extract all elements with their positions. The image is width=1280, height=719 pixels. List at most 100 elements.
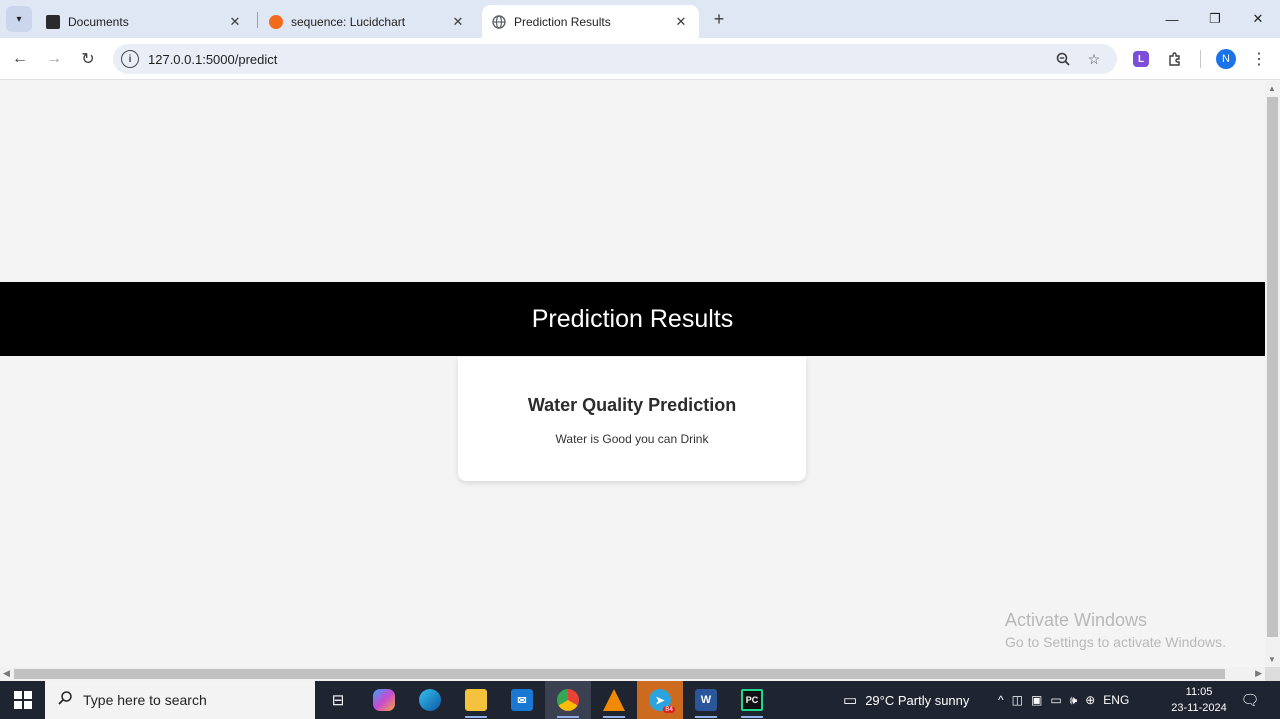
tab-title: Prediction Results (514, 14, 611, 29)
vertical-scrollbar[interactable]: ▲ ▼ (1265, 81, 1280, 667)
running-indicator (557, 716, 579, 718)
scroll-up-arrow-icon[interactable]: ▲ (1268, 84, 1276, 93)
site-info-icon[interactable]: i (121, 50, 139, 68)
lucid-docs-icon (46, 14, 60, 29)
show-hidden-icons-chevron-icon[interactable]: ^ (998, 693, 1004, 707)
arrow-left-icon: ← (12, 50, 28, 67)
header-banner: Prediction Results (0, 282, 1265, 356)
notification-icon: 🗨 (1240, 692, 1260, 709)
task-view-button[interactable]: ⊟ (315, 681, 361, 719)
horizontal-scrollbar[interactable]: ◀ ▶ (0, 667, 1265, 681)
search-placeholder: Type here to search (83, 692, 207, 708)
browser-toolbar: ← → ↻ i 127.0.0.1:5000/predict ☆ L N ⋮ (0, 38, 1280, 80)
extension-l-icon[interactable]: L (1133, 51, 1149, 67)
vlc-cone-icon (603, 689, 625, 711)
running-indicator (741, 716, 763, 718)
tab-documents[interactable]: Documents ✕ (36, 5, 253, 38)
clock-date: 23-11-2024 (1171, 702, 1227, 714)
tab-prediction-results[interactable]: Prediction Results ✕ (482, 5, 699, 38)
language-indicator[interactable]: ENG (1103, 693, 1129, 707)
chrome-icon (557, 689, 579, 711)
copilot-button[interactable] (361, 681, 407, 719)
file-explorer-button[interactable] (453, 681, 499, 719)
clock-time: 11:05 (1185, 686, 1213, 698)
tab-search-button[interactable]: ▾ (6, 6, 32, 32)
vlc-button[interactable] (591, 681, 637, 719)
address-bar[interactable]: i 127.0.0.1:5000/predict ☆ (113, 44, 1117, 74)
restore-icon: ❐ (1209, 11, 1221, 26)
arrow-right-icon: → (46, 50, 62, 67)
taskbar-clock[interactable]: 11:05 23-11-2024 (1164, 684, 1234, 716)
windows-logo-icon (13, 691, 32, 709)
reload-icon: ↻ (81, 51, 95, 68)
extensions-puzzle-icon[interactable] (1163, 47, 1187, 71)
start-button[interactable] (0, 681, 45, 719)
minimize-button[interactable]: — (1160, 8, 1184, 30)
notification-center-button[interactable]: 🗨 (1240, 690, 1260, 710)
close-icon: ✕ (1252, 11, 1264, 26)
back-button[interactable]: ← (8, 47, 32, 71)
close-window-button[interactable]: ✕ (1246, 8, 1270, 30)
battery-icon[interactable]: ▭ (1050, 693, 1061, 707)
weather-widget[interactable]: ▭ 29°C Partly sunny (843, 681, 969, 719)
reload-button[interactable]: ↻ (76, 47, 100, 71)
scroll-left-arrow-icon[interactable]: ◀ (3, 668, 10, 679)
close-tab-icon[interactable]: ✕ (673, 14, 689, 30)
scroll-down-arrow-icon[interactable]: ▼ (1268, 655, 1276, 664)
tab-strip: ▾ Documents ✕ sequence: Lucidchart ✕ Pre… (0, 0, 1280, 38)
close-tab-icon[interactable]: ✕ (227, 14, 243, 30)
system-tray: ^ ◫ ▣ ▭ 🕪 ⊕ ENG (998, 681, 1137, 719)
profile-avatar[interactable]: N (1216, 49, 1236, 69)
page-title: Prediction Results (531, 304, 734, 333)
vertical-scroll-thumb[interactable] (1267, 97, 1278, 637)
telegram-button[interactable]: ➤ 84 (637, 681, 683, 719)
edge-icon (419, 689, 441, 711)
word-button[interactable]: W (683, 681, 729, 719)
windows-taskbar: Type here to search ⊟ ✉ ➤ 84 W PC ▭ 29°C… (0, 681, 1280, 719)
new-tab-button[interactable]: + (709, 9, 729, 29)
running-indicator (695, 716, 717, 718)
restore-button[interactable]: ❐ (1203, 8, 1227, 30)
tab-lucidchart[interactable]: sequence: Lucidchart ✕ (259, 5, 476, 38)
menu-kebab-icon[interactable]: ⋮ (1247, 47, 1271, 71)
activate-windows-watermark: Activate Windows Go to Settings to activ… (1005, 610, 1226, 650)
close-tab-icon[interactable]: ✕ (450, 14, 466, 30)
bookmark-star-icon[interactable]: ☆ (1084, 49, 1104, 69)
mail-button[interactable]: ✉ (499, 681, 545, 719)
meet-now-icon[interactable]: ◫ (1012, 693, 1023, 707)
card-title: Water Quality Prediction (527, 395, 737, 415)
edge-button[interactable] (407, 681, 453, 719)
volume-icon[interactable]: 🕪 (1070, 693, 1078, 708)
running-indicator (465, 716, 487, 718)
forward-button[interactable]: → (42, 47, 66, 71)
pycharm-icon: PC (741, 689, 763, 711)
zoom-icon[interactable] (1053, 49, 1073, 69)
weather-text: 29°C Partly sunny (865, 692, 970, 708)
folder-icon (465, 689, 487, 711)
tab-title: Documents (68, 14, 129, 29)
scroll-right-arrow-icon[interactable]: ▶ (1255, 668, 1262, 679)
task-view-icon: ⊟ (331, 692, 345, 709)
weather-icon: ▭ (843, 692, 858, 709)
mail-icon: ✉ (511, 689, 533, 711)
plus-icon: + (713, 8, 725, 29)
running-indicator (603, 716, 625, 718)
horizontal-scroll-thumb[interactable] (14, 669, 1225, 679)
pycharm-button[interactable]: PC (729, 681, 775, 719)
unread-badge: 84 (663, 706, 675, 713)
url-text[interactable]: 127.0.0.1:5000/predict (148, 52, 277, 67)
watermark-title: Activate Windows (1005, 610, 1148, 630)
minimize-icon: — (1165, 11, 1179, 27)
word-icon: W (695, 689, 717, 711)
search-icon (57, 690, 75, 711)
prediction-result-text: Water is Good you can Drink (555, 432, 709, 446)
chevron-down-icon: ▾ (16, 13, 22, 25)
display-icon[interactable]: ▣ (1031, 693, 1042, 707)
lucidchart-icon (269, 14, 283, 29)
network-globe-icon[interactable]: ⊕ (1085, 693, 1095, 707)
tab-separator (257, 12, 258, 28)
taskbar-search-box[interactable]: Type here to search (45, 681, 315, 719)
chrome-button[interactable] (545, 681, 591, 719)
watermark-subtitle: Go to Settings to activate Windows. (1005, 634, 1226, 650)
page-viewport: Prediction Results Water Quality Predict… (0, 81, 1265, 667)
